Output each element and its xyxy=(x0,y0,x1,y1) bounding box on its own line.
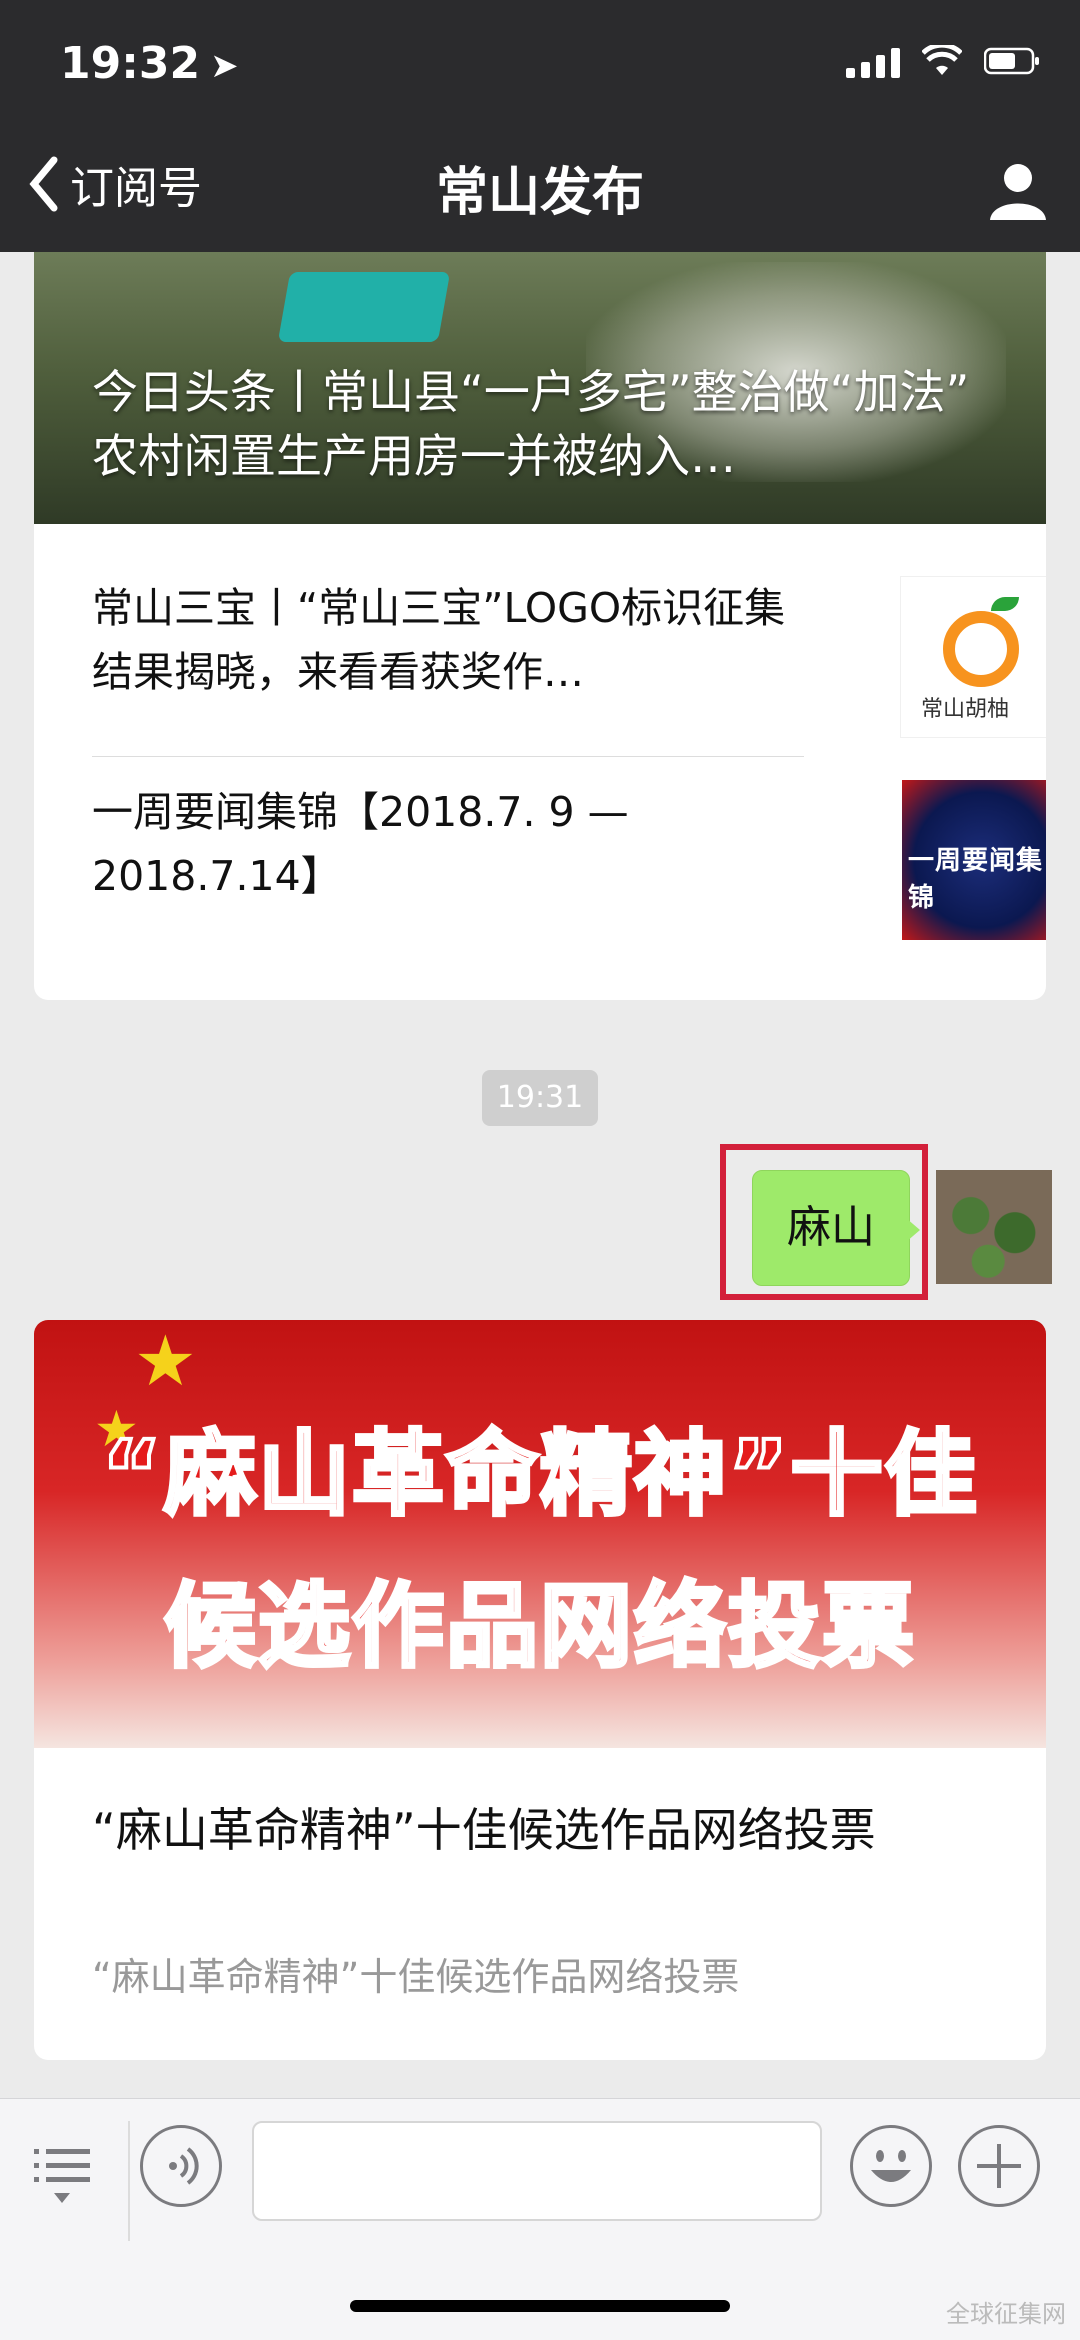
leaf-icon xyxy=(991,597,1019,611)
article-title[interactable]: “麻山革命精神”十佳候选作品网络投票 xyxy=(92,1798,992,1862)
status-time-text: 19:32 xyxy=(60,38,201,89)
thumbnail-text: 一周要闻集锦 xyxy=(908,846,1044,913)
hero-image[interactable]: 今日头条丨常山县“一户多宅”整治做“加法” 农村闲置生产用房一并被纳入… xyxy=(34,252,1046,524)
avatar[interactable] xyxy=(936,1170,1052,1284)
article-title[interactable]: 一周要闻集锦【2018.7. 9 — 2018.7.14】 xyxy=(92,780,812,908)
menu-icon[interactable] xyxy=(32,2143,92,2213)
separator xyxy=(128,2121,130,2241)
article-title[interactable]: 常山三宝丨“常山三宝”LOGO标识征集结果揭晓，来看看获奖作… xyxy=(92,576,812,704)
article-thumbnail[interactable]: 一周要闻集锦 xyxy=(902,780,1046,940)
signal-icon xyxy=(846,44,900,78)
wifi-icon xyxy=(922,45,962,77)
orange-logo-icon xyxy=(943,611,1019,687)
home-indicator[interactable] xyxy=(350,2300,730,2312)
watermark: 全球征集网 xyxy=(946,2300,1066,2328)
divider xyxy=(92,756,804,757)
voice-button[interactable] xyxy=(140,2125,222,2207)
page-title: 常山发布 xyxy=(435,163,644,223)
emoji-icon xyxy=(871,2150,911,2182)
emoji-button[interactable] xyxy=(850,2125,932,2207)
banner-line-2: 候选作品网络投票 xyxy=(162,1571,916,1682)
voice-icon xyxy=(169,2147,199,2185)
article-card-vote[interactable]: ★ ★ “麻山革命精神”十佳 候选作品网络投票 “麻山革命精神”十佳候选作品网络… xyxy=(34,1320,1046,2060)
bubble-tail xyxy=(906,1218,920,1242)
status-icons xyxy=(846,44,1040,78)
article-thumbnail[interactable]: 常山胡柚 xyxy=(900,576,1046,738)
excavator-image xyxy=(277,272,451,342)
article-description: “麻山革命精神”十佳候选作品网络投票 xyxy=(92,1955,740,1999)
message-bubble[interactable]: 麻山 xyxy=(752,1170,910,1286)
message-timestamp: 19:31 xyxy=(482,1070,598,1126)
article-card-top[interactable]: 今日头条丨常山县“一户多宅”整治做“加法” 农村闲置生产用房一并被纳入… 常山三… xyxy=(34,252,1046,1000)
plus-button[interactable] xyxy=(958,2125,1040,2207)
battery-icon xyxy=(984,46,1040,76)
message-input[interactable] xyxy=(252,2121,822,2221)
star-icon: ★ xyxy=(134,1320,197,1402)
banner-line-1: “麻山革命精神”十佳 xyxy=(100,1419,979,1530)
plus-icon xyxy=(977,2144,1021,2188)
vote-banner-image[interactable]: ★ ★ “麻山革命精神”十佳 候选作品网络投票 xyxy=(34,1320,1046,1748)
logo-text: 常山胡柚 xyxy=(921,697,1010,722)
list-item[interactable]: 一周要闻集锦【2018.7. 9 — 2018.7.14】 一周要闻集锦 xyxy=(92,780,1046,940)
top-bar: 19:32 ➤ 订阅号 常山发布 xyxy=(0,0,1080,252)
profile-icon[interactable] xyxy=(986,158,1050,222)
list-item[interactable]: 常山三宝丨“常山三宝”LOGO标识征集结果揭晓，来看看获奖作… 常山胡柚 xyxy=(92,576,1046,738)
status-time: 19:32 ➤ xyxy=(60,38,239,89)
location-arrow-icon: ➤ xyxy=(210,46,239,86)
hero-headline[interactable]: 今日头条丨常山县“一户多宅”整治做“加法” 农村闲置生产用房一并被纳入… xyxy=(92,360,1012,488)
